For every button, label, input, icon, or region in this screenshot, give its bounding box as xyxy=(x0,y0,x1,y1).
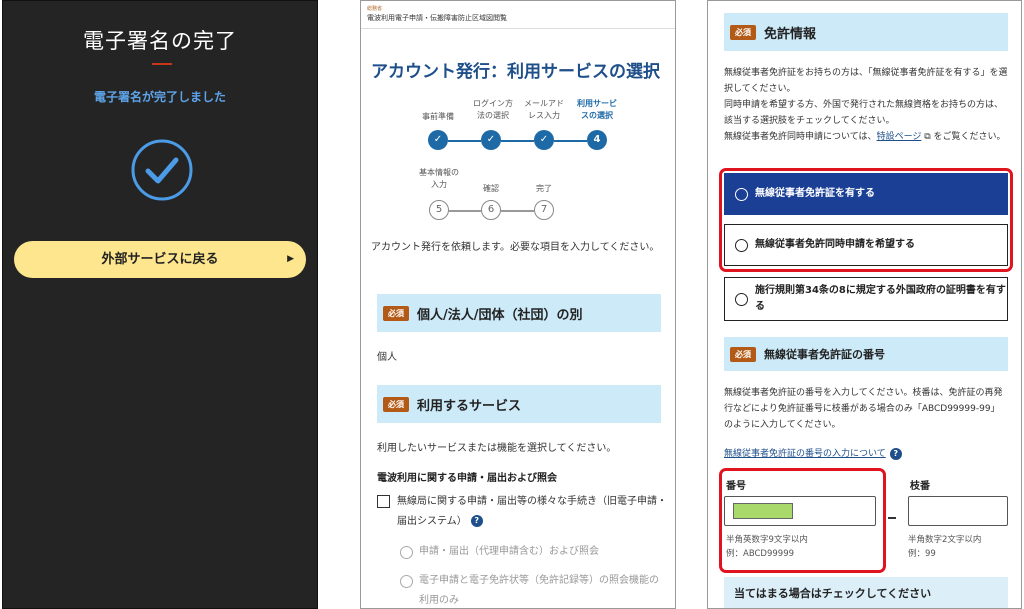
services-subheading: 電波利用に関する申請・届出および照会 xyxy=(377,473,557,484)
required-badge: 必須 xyxy=(730,24,756,40)
radio-icon xyxy=(735,292,748,306)
entity-type-value: 個人 xyxy=(377,352,397,363)
step-1-check-icon: ✓ xyxy=(428,130,448,150)
step-2-check-icon: ✓ xyxy=(481,130,501,150)
radio-icon xyxy=(735,238,748,252)
section-license-number-header: 必須 無線従事者免許証の番号 xyxy=(724,337,1008,371)
license-info-screen: 必須 免許情報 無線従事者免許証をお持ちの方は、「無線従事者免許証を有する」を選… xyxy=(707,0,1022,609)
option-foreign-certificate[interactable]: 施行規則第34条の8に規定する外国政府の証明書を有する xyxy=(724,277,1008,321)
branch-number-input[interactable] xyxy=(908,496,1008,526)
option-simultaneous-application[interactable]: 無線従事者免許同時申請を希望する xyxy=(724,224,1008,266)
radio-label-2: 電子申請と電子免許状等（免許記録等）の照会機能の利用のみ xyxy=(419,575,659,606)
signature-complete-screen: 電子署名の完了 電子署名が完了しました 外部サービスに戻る ▶ xyxy=(2,0,318,609)
title-underline xyxy=(152,63,172,65)
radio-station-procedures-checkbox[interactable] xyxy=(377,495,390,508)
license-number-help-link[interactable]: 無線従事者免許証の番号の入力について? xyxy=(724,446,902,460)
arrow-right-icon: ▶ xyxy=(287,254,294,264)
step-label-1: 事前準備 xyxy=(422,112,454,121)
help-icon[interactable]: ? xyxy=(889,447,902,460)
step-7: 7 xyxy=(534,200,554,220)
license-number-input[interactable] xyxy=(724,496,876,526)
site-header: 総務省 電波利用電子申請・伝搬障害防止区域図閲覧 xyxy=(361,1,675,29)
back-button-label: 外部サービスに戻る xyxy=(101,252,219,267)
radio-apply-and-inquire[interactable] xyxy=(400,546,413,559)
checkbox-label: 無線局に関する申請・届出等の様々な手続き（旧電子申請・届出システム）? xyxy=(397,496,667,527)
check-if-applicable-header: 当てはまる場合はチェックしてください xyxy=(724,577,1008,608)
section-title: 無線従事者免許証の番号 xyxy=(764,348,885,361)
section-title: 利用するサービス xyxy=(417,398,522,414)
number-field-hint: 半角英数字9文字以内 例：ABCD99999 xyxy=(726,535,808,559)
branch-field-hint: 半角数字2文字以内 例：99 xyxy=(908,535,982,559)
step-label-3: メールアド レス入力 xyxy=(524,99,564,120)
step-4-current: 4 xyxy=(587,130,607,150)
intro-text: アカウント発行を依頼します。必要な項目を入力してください。 xyxy=(371,242,660,253)
section-services-header: 必須 利用するサービス xyxy=(377,385,661,423)
external-link-icon: ⧉ xyxy=(921,132,934,142)
page-title: 電子署名の完了 xyxy=(83,29,237,53)
redacted-value xyxy=(733,503,793,519)
step-3-check-icon: ✓ xyxy=(534,130,554,150)
number-field-label: 番号 xyxy=(726,481,746,492)
branch-field-label: 枝番 xyxy=(910,481,930,492)
page-title: アカウント発行：利用サービスの選択 xyxy=(371,62,660,82)
site-name: 電波利用電子申請・伝搬障害防止区域図閲覧 xyxy=(367,14,507,22)
section-title: 個人/法人/団体（社団）の別 xyxy=(417,307,583,323)
step-label-2: ログイン方 法の選択 xyxy=(473,99,513,120)
step-6: 6 xyxy=(481,200,501,220)
account-service-selection-screen: 総務省 電波利用電子申請・伝搬障害防止区域図閲覧 アカウント発行：利用サービスの… xyxy=(360,0,676,609)
radio-selected-icon xyxy=(735,187,748,201)
field-separator xyxy=(888,517,896,519)
license-description: 無線従事者免許証をお持ちの方は、「無線従事者免許証を有する」を選択してください。… xyxy=(724,68,1008,142)
step-label-6: 確認 xyxy=(483,184,499,193)
step-label-7: 完了 xyxy=(536,184,552,193)
radio-label-1: 申請・届出（代理申請含む）および照会 xyxy=(419,546,599,557)
section-license-header: 必須 免許情報 xyxy=(724,13,1008,51)
required-badge: 必須 xyxy=(730,346,756,362)
option-has-license[interactable]: 無線従事者免許証を有する xyxy=(724,173,1008,215)
license-number-description: 無線従事者免許証の番号を入力してください。枝番は、免許証の再発行などにより免許証… xyxy=(724,388,1003,430)
step-label-4: 利用サービ スの選択 xyxy=(577,99,617,120)
section-title: 免許情報 xyxy=(764,26,817,42)
section-entity-type-header: 必須 個人/法人/団体（社団）の別 xyxy=(377,294,661,332)
ministry-label: 総務省 xyxy=(367,6,383,12)
check-circle-icon xyxy=(131,139,193,201)
step-label-5: 基本情報の 入力 xyxy=(419,168,459,189)
special-page-link[interactable]: 特設ページ xyxy=(877,132,922,142)
help-icon[interactable]: ? xyxy=(470,515,483,527)
required-badge: 必須 xyxy=(383,305,409,321)
back-to-external-service-button[interactable]: 外部サービスに戻る ▶ xyxy=(14,241,306,278)
completion-message: 電子署名が完了しました xyxy=(93,90,226,104)
step-5: 5 xyxy=(429,200,449,220)
required-badge: 必須 xyxy=(383,396,409,412)
radio-inquiry-only[interactable] xyxy=(400,575,413,588)
services-note: 利用したいサービスまたは機能を選択してください。 xyxy=(377,443,617,454)
